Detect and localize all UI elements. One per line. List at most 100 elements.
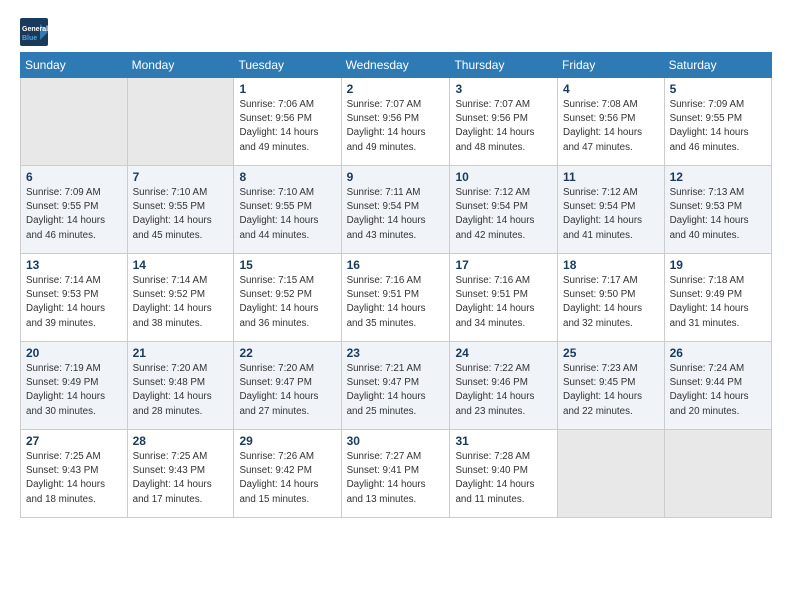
day-number: 22: [239, 346, 335, 360]
day-info: Sunrise: 7:06 AM Sunset: 9:56 PM Dayligh…: [239, 98, 335, 155]
calendar-cell: 7 Sunrise: 7:10 AM Sunset: 9:55 PM Daylig…: [127, 166, 234, 254]
day-info: Sunrise: 7:10 AM Sunset: 9:55 PM Dayligh…: [133, 186, 229, 243]
day-info: Sunrise: 7:08 AM Sunset: 9:56 PM Dayligh…: [563, 98, 659, 155]
day-number: 30: [347, 434, 445, 448]
day-info: Sunrise: 7:17 AM Sunset: 9:50 PM Dayligh…: [563, 274, 659, 331]
day-info: Sunrise: 7:12 AM Sunset: 9:54 PM Dayligh…: [455, 186, 552, 243]
week-row-4: 20 Sunrise: 7:19 AM Sunset: 9:49 PM Dayli…: [21, 342, 772, 430]
logo-icon: General Blue: [20, 18, 50, 46]
calendar-cell: 5 Sunrise: 7:09 AM Sunset: 9:55 PM Daylig…: [664, 78, 771, 166]
calendar-cell: [664, 430, 771, 518]
day-info: Sunrise: 7:28 AM Sunset: 9:40 PM Dayligh…: [455, 450, 552, 507]
calendar-cell: 29 Sunrise: 7:26 AM Sunset: 9:42 PM Dayli…: [234, 430, 341, 518]
calendar-cell: 25 Sunrise: 7:23 AM Sunset: 9:45 PM Dayli…: [558, 342, 665, 430]
calendar-cell: 15 Sunrise: 7:15 AM Sunset: 9:52 PM Dayli…: [234, 254, 341, 342]
day-info: Sunrise: 7:16 AM Sunset: 9:51 PM Dayligh…: [347, 274, 445, 331]
day-number: 21: [133, 346, 229, 360]
day-number: 13: [26, 258, 122, 272]
weekday-header-friday: Friday: [558, 53, 665, 78]
header: General Blue: [20, 18, 772, 46]
calendar-cell: 19 Sunrise: 7:18 AM Sunset: 9:49 PM Dayli…: [664, 254, 771, 342]
week-row-3: 13 Sunrise: 7:14 AM Sunset: 9:53 PM Dayli…: [21, 254, 772, 342]
calendar-cell: 31Sunrise: 7:28 AM Sunset: 9:40 PM Dayli…: [450, 430, 558, 518]
page: General Blue SundayMondayTuesdayWednesda…: [0, 0, 792, 612]
day-number: 27: [26, 434, 122, 448]
calendar-cell: 21 Sunrise: 7:20 AM Sunset: 9:48 PM Dayli…: [127, 342, 234, 430]
day-number: 26: [670, 346, 766, 360]
calendar-cell: 9 Sunrise: 7:11 AM Sunset: 9:54 PM Daylig…: [341, 166, 450, 254]
weekday-header-tuesday: Tuesday: [234, 53, 341, 78]
calendar-cell: 8 Sunrise: 7:10 AM Sunset: 9:55 PM Daylig…: [234, 166, 341, 254]
day-number: 20: [26, 346, 122, 360]
calendar-cell: 23 Sunrise: 7:21 AM Sunset: 9:47 PM Dayli…: [341, 342, 450, 430]
day-number: 15: [239, 258, 335, 272]
day-info: Sunrise: 7:14 AM Sunset: 9:53 PM Dayligh…: [26, 274, 122, 331]
day-number: 16: [347, 258, 445, 272]
weekday-header-monday: Monday: [127, 53, 234, 78]
day-info: Sunrise: 7:23 AM Sunset: 9:45 PM Dayligh…: [563, 362, 659, 419]
day-info: Sunrise: 7:12 AM Sunset: 9:54 PM Dayligh…: [563, 186, 659, 243]
day-info: Sunrise: 7:25 AM Sunset: 9:43 PM Dayligh…: [26, 450, 122, 507]
calendar-cell: [558, 430, 665, 518]
svg-text:General: General: [22, 26, 48, 33]
calendar-cell: 1 Sunrise: 7:06 AM Sunset: 9:56 PM Daylig…: [234, 78, 341, 166]
calendar-cell: [21, 78, 128, 166]
day-info: Sunrise: 7:10 AM Sunset: 9:55 PM Dayligh…: [239, 186, 335, 243]
calendar-cell: 16 Sunrise: 7:16 AM Sunset: 9:51 PM Dayli…: [341, 254, 450, 342]
day-number: 11: [563, 170, 659, 184]
day-info: Sunrise: 7:18 AM Sunset: 9:49 PM Dayligh…: [670, 274, 766, 331]
day-info: Sunrise: 7:24 AM Sunset: 9:44 PM Dayligh…: [670, 362, 766, 419]
day-number: 25: [563, 346, 659, 360]
calendar-cell: 30 Sunrise: 7:27 AM Sunset: 9:41 PM Dayli…: [341, 430, 450, 518]
calendar-cell: 4 Sunrise: 7:08 AM Sunset: 9:56 PM Daylig…: [558, 78, 665, 166]
day-info: Sunrise: 7:25 AM Sunset: 9:43 PM Dayligh…: [133, 450, 229, 507]
calendar-cell: 28 Sunrise: 7:25 AM Sunset: 9:43 PM Dayli…: [127, 430, 234, 518]
day-info: Sunrise: 7:07 AM Sunset: 9:56 PM Dayligh…: [347, 98, 445, 155]
day-number: 9: [347, 170, 445, 184]
day-info: Sunrise: 7:19 AM Sunset: 9:49 PM Dayligh…: [26, 362, 122, 419]
day-info: Sunrise: 7:15 AM Sunset: 9:52 PM Dayligh…: [239, 274, 335, 331]
weekday-header-row: SundayMondayTuesdayWednesdayThursdayFrid…: [21, 53, 772, 78]
day-number: 6: [26, 170, 122, 184]
calendar-cell: 18 Sunrise: 7:17 AM Sunset: 9:50 PM Dayli…: [558, 254, 665, 342]
weekday-header-wednesday: Wednesday: [341, 53, 450, 78]
day-info: Sunrise: 7:09 AM Sunset: 9:55 PM Dayligh…: [26, 186, 122, 243]
day-number: 5: [670, 82, 766, 96]
day-number: 14: [133, 258, 229, 272]
logo: General Blue: [20, 18, 50, 46]
day-info: Sunrise: 7:14 AM Sunset: 9:52 PM Dayligh…: [133, 274, 229, 331]
day-info: Sunrise: 7:27 AM Sunset: 9:41 PM Dayligh…: [347, 450, 445, 507]
day-number: 29: [239, 434, 335, 448]
week-row-5: 27 Sunrise: 7:25 AM Sunset: 9:43 PM Dayli…: [21, 430, 772, 518]
calendar-cell: 12Sunrise: 7:13 AM Sunset: 9:53 PM Dayli…: [664, 166, 771, 254]
day-number: 19: [670, 258, 766, 272]
day-number: 24: [455, 346, 552, 360]
calendar-cell: 2Sunrise: 7:07 AM Sunset: 9:56 PM Daylig…: [341, 78, 450, 166]
day-number: 23: [347, 346, 445, 360]
day-number: 7: [133, 170, 229, 184]
calendar-cell: 27 Sunrise: 7:25 AM Sunset: 9:43 PM Dayli…: [21, 430, 128, 518]
day-info: Sunrise: 7:22 AM Sunset: 9:46 PM Dayligh…: [455, 362, 552, 419]
week-row-2: 6 Sunrise: 7:09 AM Sunset: 9:55 PM Daylig…: [21, 166, 772, 254]
day-info: Sunrise: 7:11 AM Sunset: 9:54 PM Dayligh…: [347, 186, 445, 243]
day-info: Sunrise: 7:16 AM Sunset: 9:51 PM Dayligh…: [455, 274, 552, 331]
day-info: Sunrise: 7:07 AM Sunset: 9:56 PM Dayligh…: [455, 98, 552, 155]
calendar-cell: [127, 78, 234, 166]
svg-text:Blue: Blue: [22, 35, 37, 42]
week-row-1: 1 Sunrise: 7:06 AM Sunset: 9:56 PM Daylig…: [21, 78, 772, 166]
day-number: 4: [563, 82, 659, 96]
day-number: 1: [239, 82, 335, 96]
day-info: Sunrise: 7:21 AM Sunset: 9:47 PM Dayligh…: [347, 362, 445, 419]
weekday-header-saturday: Saturday: [664, 53, 771, 78]
day-number: 18: [563, 258, 659, 272]
day-number: 3: [455, 82, 552, 96]
day-info: Sunrise: 7:26 AM Sunset: 9:42 PM Dayligh…: [239, 450, 335, 507]
day-number: 8: [239, 170, 335, 184]
day-number: 28: [133, 434, 229, 448]
calendar-cell: 3 Sunrise: 7:07 AM Sunset: 9:56 PM Daylig…: [450, 78, 558, 166]
weekday-header-sunday: Sunday: [21, 53, 128, 78]
day-info: Sunrise: 7:09 AM Sunset: 9:55 PM Dayligh…: [670, 98, 766, 155]
day-info: Sunrise: 7:20 AM Sunset: 9:48 PM Dayligh…: [133, 362, 229, 419]
calendar-cell: 17 Sunrise: 7:16 AM Sunset: 9:51 PM Dayli…: [450, 254, 558, 342]
day-number: 17: [455, 258, 552, 272]
